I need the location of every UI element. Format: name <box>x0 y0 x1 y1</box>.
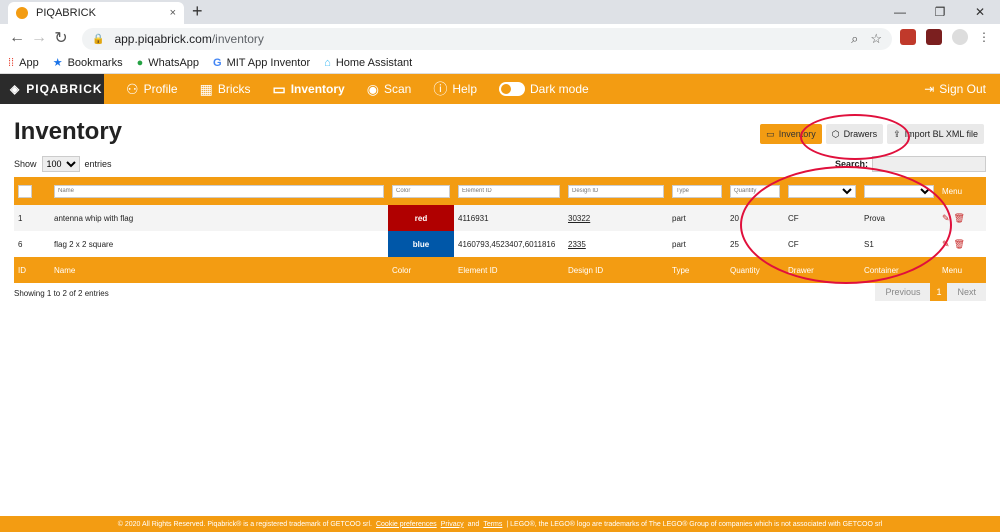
home-assistant-icon: ⌂ <box>324 56 331 69</box>
browser-tab-bar: PIQABRICK × + — ❐ ✕ <box>0 0 1000 24</box>
forward-icon[interactable]: → <box>28 29 50 47</box>
url-path: /inventory <box>211 32 264 46</box>
address-bar[interactable]: 🔒 app.piqabrick.com/inventory ⌕ ☆ <box>82 28 892 50</box>
next-button[interactable]: Next <box>947 283 986 301</box>
person-icon: ⚇ <box>126 80 139 97</box>
url-host: app.piqabrick.com <box>114 32 212 46</box>
window-controls: — ❐ ✕ <box>880 0 1000 24</box>
sign-out-link[interactable]: ⇥ Sign Out <box>924 82 986 96</box>
nav-bricks[interactable]: ▦ Bricks <box>200 81 251 98</box>
table-info: Showing 1 to 2 of 2 entries <box>14 289 109 298</box>
grid-icon: ▦ <box>199 80 213 97</box>
bookmark-bookmarks[interactable]: ★ Bookmarks <box>52 56 123 70</box>
search-input[interactable] <box>872 156 986 172</box>
annotation-circle-drawers <box>800 114 910 160</box>
brand-icon: ◈ <box>10 82 21 96</box>
design-id-filter[interactable] <box>568 184 664 198</box>
annotation-circle-columns <box>740 166 952 284</box>
lock-icon[interactable]: 🔒 <box>92 34 104 45</box>
archive-icon: ▭ <box>272 80 286 97</box>
color-cell-red: red <box>388 205 454 231</box>
tab-title: PIQABRICK <box>36 7 96 19</box>
close-window-button[interactable]: ✕ <box>960 0 1000 24</box>
apps-icon: ⁞⁞ <box>8 56 15 69</box>
app-navbar: ◈ PIQABRICK ⚇ Profile ▦ Bricks ▭ Inventory … <box>0 74 1000 104</box>
bookmark-app[interactable]: ⁞⁞ App <box>8 57 39 69</box>
extension-icon[interactable] <box>926 29 942 45</box>
extensions: ⋮ <box>900 29 990 45</box>
page-title: Inventory <box>14 118 123 145</box>
reload-icon[interactable]: ↻ <box>50 28 72 48</box>
toggle-switch[interactable] <box>499 82 525 96</box>
nav-profile[interactable]: ⚇ Profile <box>126 81 178 98</box>
sign-out-icon: ⇥ <box>924 82 935 96</box>
address-row: ← → ↻ 🔒 app.piqabrick.com/inventory ⌕ ☆ … <box>0 24 1000 52</box>
eye-icon: ◉ <box>366 80 379 97</box>
question-icon: ⓘ <box>433 81 448 97</box>
nav-help[interactable]: ⓘ Help <box>433 79 477 99</box>
bookmark-mit-app-inventor[interactable]: G MIT App Inventor <box>213 57 310 69</box>
name-filter[interactable] <box>54 184 384 198</box>
menu-header: Menu <box>942 186 963 196</box>
close-tab-icon[interactable]: × <box>170 7 176 19</box>
archive-icon: ▭ <box>766 128 775 139</box>
page-1-button[interactable]: 1 <box>930 283 948 301</box>
design-id-link[interactable]: 30322 <box>568 214 590 223</box>
back-icon[interactable]: ← <box>6 29 28 47</box>
restore-button[interactable]: ❐ <box>920 0 960 24</box>
piqabrick-favicon-icon <box>16 7 28 19</box>
brand-logo[interactable]: ◈ PIQABRICK <box>0 74 104 104</box>
bookmarks-bar: ⁞⁞ App ★ Bookmarks ● WhatsApp G MIT App Inve… <box>0 52 1000 74</box>
element-id-filter[interactable] <box>458 184 560 198</box>
trash-icon[interactable]: 🗑 <box>954 213 965 224</box>
color-filter[interactable] <box>392 184 450 198</box>
dark-mode-toggle[interactable]: Dark mode <box>499 82 589 96</box>
entries-length: Show 100 entries <box>14 156 112 172</box>
ublock-icon[interactable] <box>900 29 916 45</box>
minimize-button[interactable]: — <box>880 0 920 24</box>
cookie-preferences-link[interactable]: Cookie preferences <box>376 521 437 528</box>
privacy-link[interactable]: Privacy <box>441 521 464 528</box>
previous-button[interactable]: Previous <box>875 283 931 301</box>
bookmark-whatsapp[interactable]: ● WhatsApp <box>137 57 199 69</box>
id-filter[interactable] <box>18 184 32 198</box>
bookmark-star-icon[interactable]: ☆ <box>870 31 882 47</box>
color-cell-blue: blue <box>388 231 454 257</box>
google-icon: G <box>213 56 222 69</box>
design-id-link[interactable]: 2335 <box>568 240 586 249</box>
nav-inventory[interactable]: ▭ Inventory <box>272 81 344 98</box>
pagination: Previous 1 Next <box>875 283 986 301</box>
footer: © 2020 All Rights Reserved. Piqabrick® i… <box>0 516 1000 532</box>
bookmark-home-assistant[interactable]: ⌂ Home Assistant <box>324 57 412 69</box>
more-menu-icon[interactable]: ⋮ <box>978 30 990 44</box>
whatsapp-icon: ● <box>136 56 144 69</box>
entries-select[interactable]: 100 <box>41 156 80 172</box>
terms-link[interactable]: Terms <box>483 521 502 528</box>
trash-icon[interactable]: 🗑 <box>954 239 965 250</box>
main-content: Inventory ▭ Inventory ⬡ Drawers ⇪ Import BL… <box>0 104 1000 474</box>
new-tab-button[interactable]: + <box>192 1 203 22</box>
browser-tab[interactable]: PIQABRICK × <box>8 2 184 24</box>
nav-scan[interactable]: ◉ Scan <box>367 81 412 98</box>
profile-avatar[interactable] <box>952 29 968 45</box>
zoom-icon[interactable]: ⌕ <box>851 31 858 47</box>
type-filter[interactable] <box>672 184 722 198</box>
star-icon: ★ <box>52 57 63 69</box>
